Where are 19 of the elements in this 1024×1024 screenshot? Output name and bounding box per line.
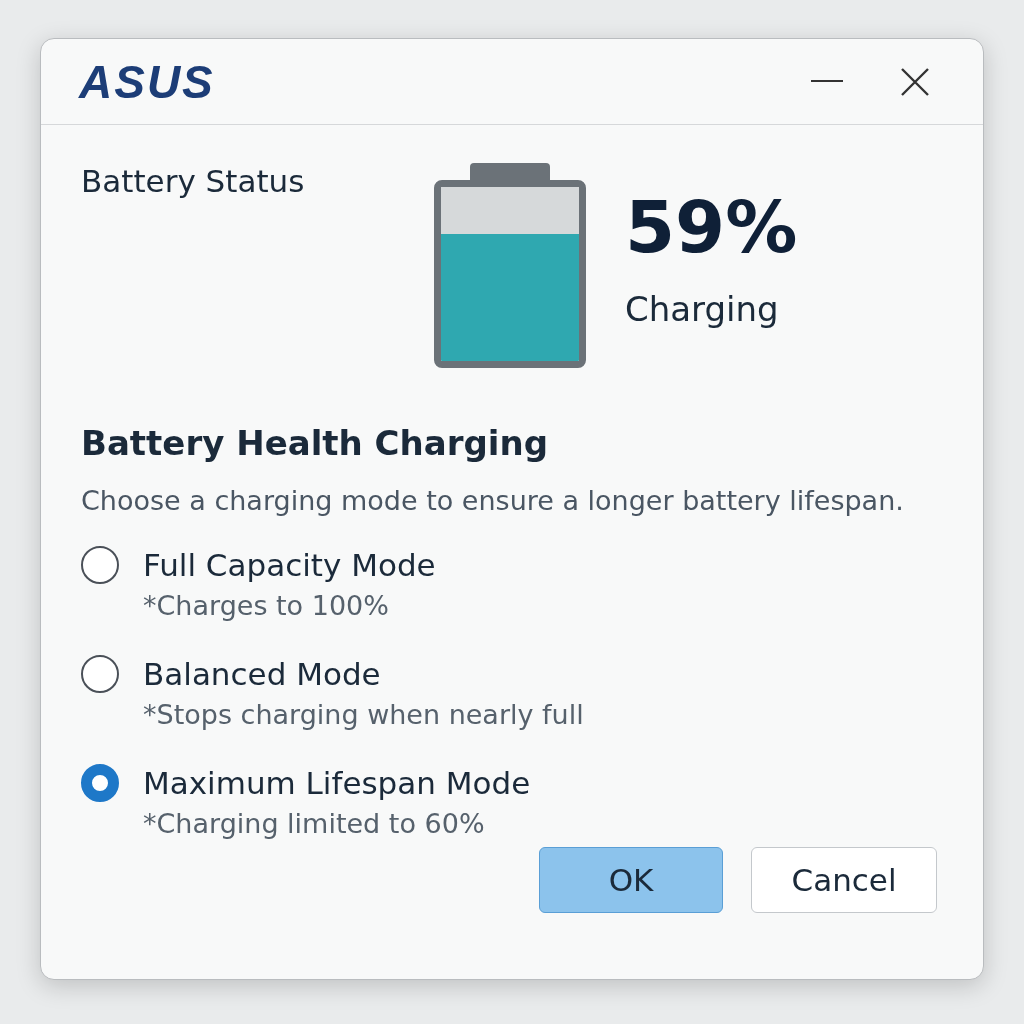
mode-label[interactable]: Maximum Lifespan Mode bbox=[143, 765, 531, 801]
minimize-icon bbox=[811, 80, 843, 83]
logo: ASUS bbox=[79, 54, 215, 109]
radio-button[interactable] bbox=[81, 655, 119, 693]
mode-note: *Stops charging when nearly full bbox=[143, 699, 585, 730]
battery-percentage: 59% bbox=[625, 191, 798, 263]
charging-status: Charging bbox=[625, 289, 780, 329]
section-title: Battery Health Charging bbox=[81, 423, 549, 463]
mode-label[interactable]: Balanced Mode bbox=[143, 656, 381, 692]
description: Choose a charging mode to ensure a longer battery lifespan. bbox=[81, 485, 905, 516]
ok-button[interactable]: OK bbox=[539, 847, 723, 913]
mode-note: *Charging limited to 60% bbox=[143, 808, 486, 839]
radio-button[interactable] bbox=[81, 764, 119, 802]
close-icon bbox=[901, 67, 929, 96]
mode-note: *Charges to 100% bbox=[143, 590, 390, 621]
cancel-button[interactable]: Cancel bbox=[751, 847, 937, 913]
section-title: Battery Status bbox=[81, 163, 306, 201]
radio-button[interactable] bbox=[81, 546, 119, 584]
mode-label[interactable]: Full Capacity Mode bbox=[143, 547, 436, 583]
